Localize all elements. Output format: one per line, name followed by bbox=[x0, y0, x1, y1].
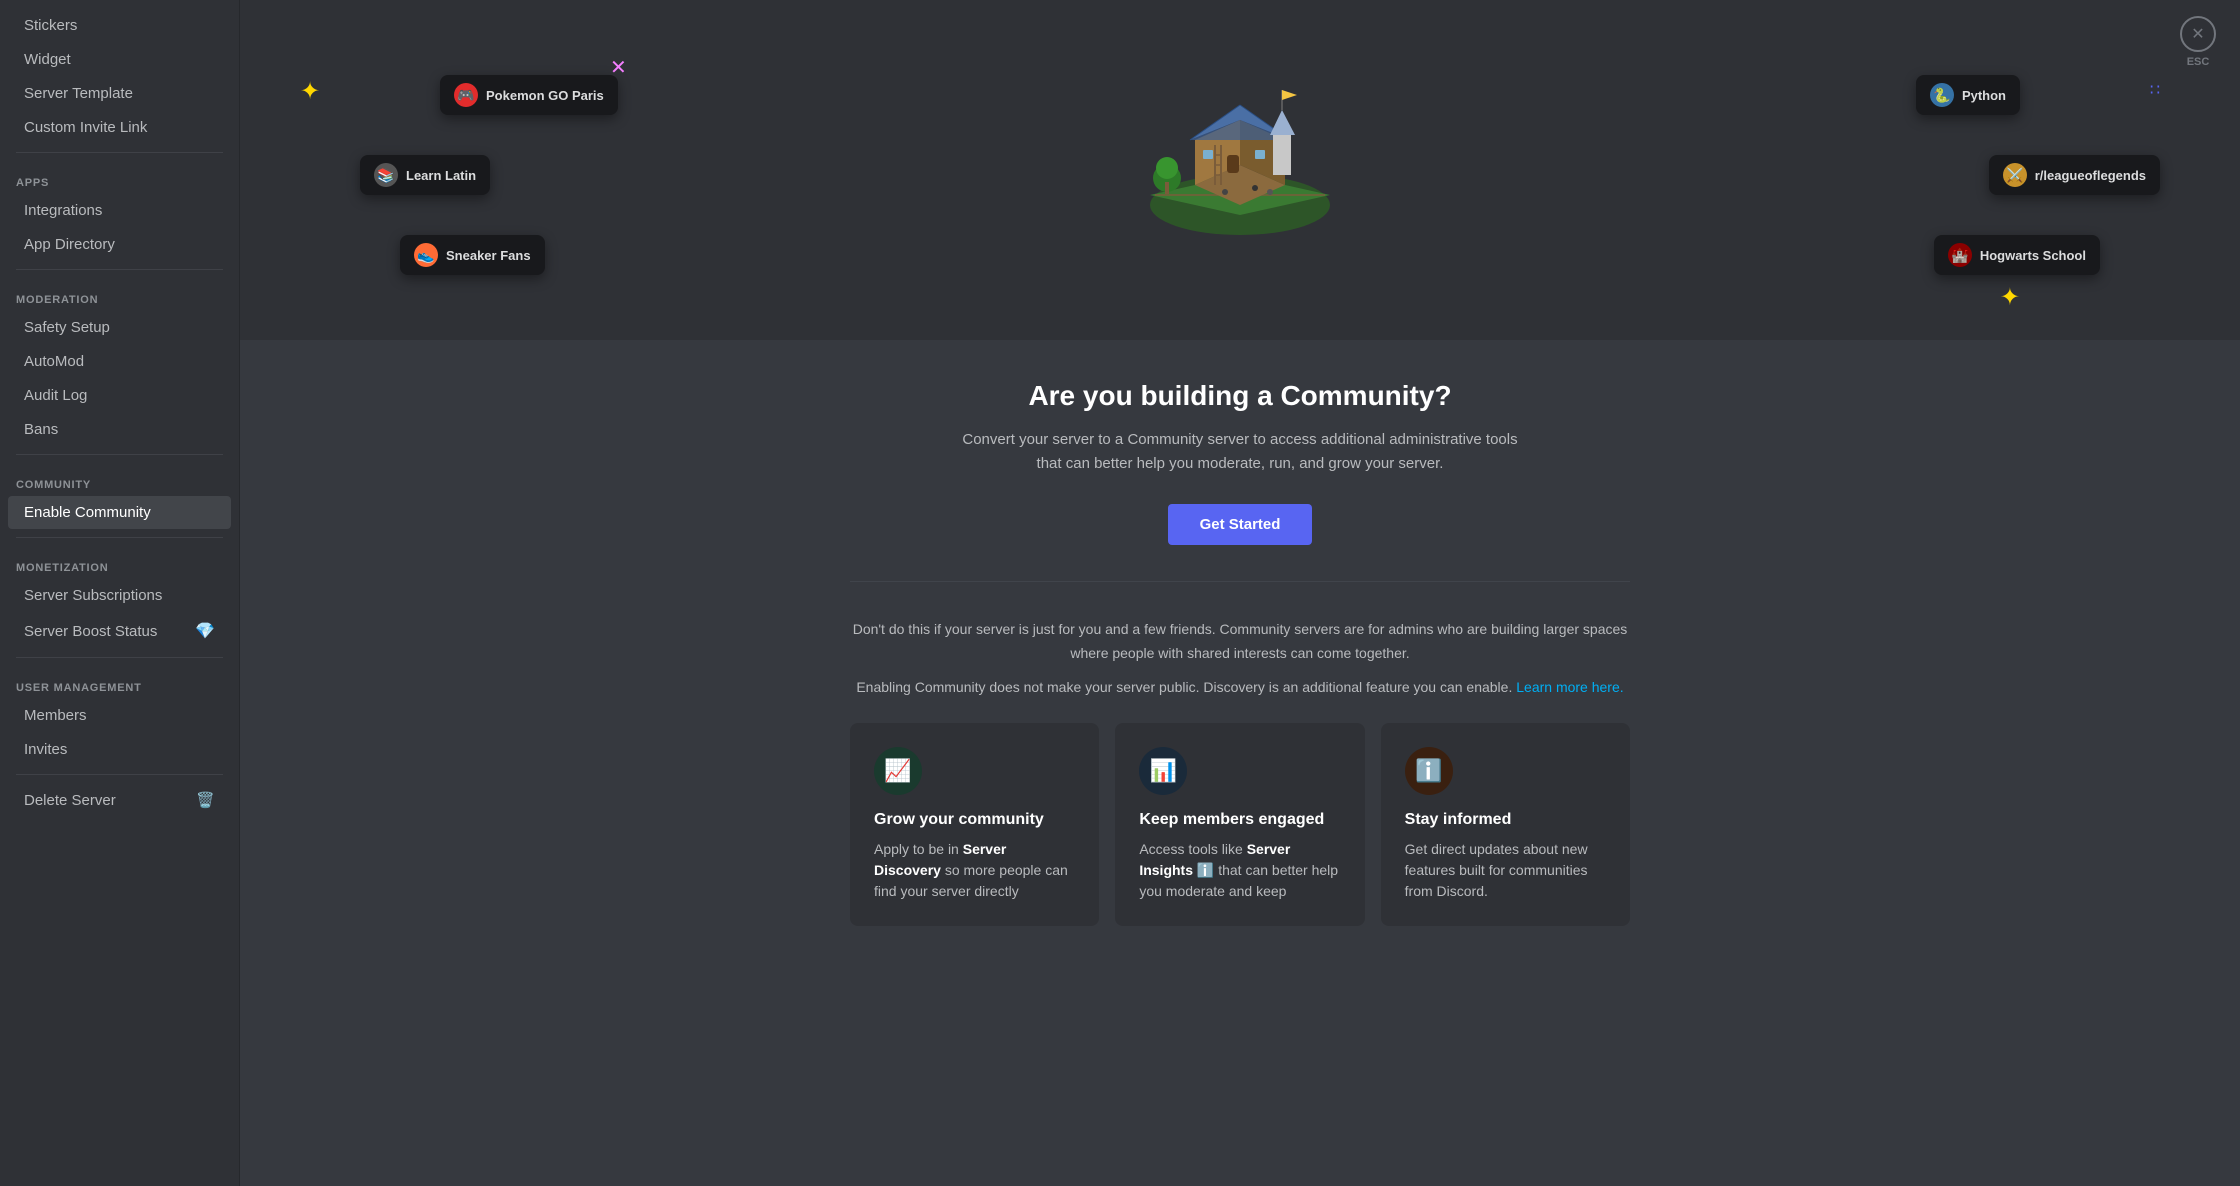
badge-league: ⚔️ r/leagueoflegends bbox=[1989, 155, 2160, 195]
sidebar-item-delete-server[interactable]: Delete Server 🗑️ bbox=[8, 783, 231, 817]
badge-pokemon: 🎮 Pokemon GO Paris bbox=[440, 75, 618, 115]
engaged-icon: 📊 bbox=[1139, 747, 1187, 795]
sidebar-item-app-directory[interactable]: App Directory bbox=[8, 228, 231, 261]
page-subtitle: Convert your server to a Community serve… bbox=[960, 428, 1520, 476]
section-divider-main bbox=[850, 581, 1630, 582]
feature-card-grow: 📈 Grow your community Apply to be in Ser… bbox=[850, 723, 1099, 926]
sidebar-divider-5 bbox=[16, 657, 223, 658]
building-illustration bbox=[1125, 20, 1355, 253]
sidebar-section-monetization: MONETIZATION bbox=[0, 546, 239, 578]
trash-icon: 🗑️ bbox=[196, 791, 215, 809]
sidebar-item-safety-setup[interactable]: Safety Setup bbox=[8, 311, 231, 344]
sidebar-item-automod[interactable]: AutoMod bbox=[8, 345, 231, 378]
sidebar-divider-4 bbox=[16, 537, 223, 538]
sidebar-section-apps: APPS bbox=[0, 161, 239, 193]
informed-icon: ℹ️ bbox=[1405, 747, 1453, 795]
grow-icon: 📈 bbox=[874, 747, 922, 795]
esc-label: ESC bbox=[2187, 56, 2210, 68]
sidebar-item-server-subscriptions[interactable]: Server Subscriptions bbox=[8, 579, 231, 612]
main-content-area: ✦ ⁚⁚ ✕ ✦ ∷ ✕ ESC 🎮 Pokemon GO Paris 📚 Le… bbox=[240, 0, 2240, 1186]
esc-button[interactable]: ✕ ESC bbox=[2180, 16, 2216, 68]
badge-icon-hogwarts: 🏰 bbox=[1948, 243, 1972, 267]
feature-card-informed: ℹ️ Stay informed Get direct updates abou… bbox=[1381, 723, 1630, 926]
sidebar-section-moderation: MODERATION bbox=[0, 278, 239, 310]
sidebar-item-widget[interactable]: Widget bbox=[8, 43, 231, 76]
info-text-2: Enabling Community does not make your se… bbox=[850, 676, 1630, 700]
badge-sneaker-fans: 👟 Sneaker Fans bbox=[400, 235, 545, 275]
sidebar-item-integrations[interactable]: Integrations bbox=[8, 194, 231, 227]
page-title: Are you building a Community? bbox=[850, 380, 1630, 412]
sidebar-item-enable-community[interactable]: Enable Community bbox=[8, 496, 231, 529]
sparkle-left: ✦ bbox=[300, 80, 320, 104]
esc-circle: ✕ bbox=[2180, 16, 2216, 52]
feature-card-engaged: 📊 Keep members engaged Access tools like… bbox=[1115, 723, 1364, 926]
engaged-title: Keep members engaged bbox=[1139, 811, 1340, 829]
badge-icon-python: 🐍 bbox=[1930, 83, 1954, 107]
info-text-1: Don't do this if your server is just for… bbox=[850, 618, 1630, 666]
boost-icon: 💎 bbox=[195, 621, 215, 641]
learn-more-link[interactable]: Learn more here. bbox=[1516, 679, 1623, 695]
informed-desc: Get direct updates about new features bu… bbox=[1405, 839, 1606, 902]
sidebar-divider-3 bbox=[16, 454, 223, 455]
sparkle-dots-right: ∷ bbox=[2150, 80, 2160, 100]
sidebar-item-members[interactable]: Members bbox=[8, 699, 231, 732]
sidebar-section-community: COMMUNITY bbox=[0, 463, 239, 495]
sparkle-right: ✦ bbox=[2000, 286, 2020, 310]
sidebar-divider-6 bbox=[16, 774, 223, 775]
sidebar-item-stickers[interactable]: Stickers bbox=[8, 9, 231, 42]
sidebar-divider-1 bbox=[16, 152, 223, 153]
sidebar-item-audit-log[interactable]: Audit Log bbox=[8, 379, 231, 412]
content-body: Are you building a Community? Convert yo… bbox=[790, 340, 1690, 966]
badge-icon-learn-latin: 📚 bbox=[374, 163, 398, 187]
grow-desc: Apply to be in Server Discovery so more … bbox=[874, 839, 1075, 902]
engaged-desc: Access tools like Server Insights ℹ️ tha… bbox=[1139, 839, 1340, 902]
badge-python: 🐍 Python bbox=[1916, 75, 2020, 115]
get-started-button[interactable]: Get Started bbox=[1168, 504, 1313, 545]
sidebar-item-server-template[interactable]: Server Template bbox=[8, 77, 231, 110]
sidebar-item-custom-invite-link[interactable]: Custom Invite Link bbox=[8, 111, 231, 144]
settings-sidebar: Stickers Widget Server Template Custom I… bbox=[0, 0, 240, 1186]
hero-section: ✦ ⁚⁚ ✕ ✦ ∷ ✕ ESC 🎮 Pokemon GO Paris 📚 Le… bbox=[240, 0, 2240, 340]
badge-learn-latin: 📚 Learn Latin bbox=[360, 155, 490, 195]
badge-icon-pokemon: 🎮 bbox=[454, 83, 478, 107]
grow-title: Grow your community bbox=[874, 811, 1075, 829]
badge-hogwarts: 🏰 Hogwarts School bbox=[1934, 235, 2100, 275]
sidebar-divider-2 bbox=[16, 269, 223, 270]
badge-icon-sneaker-fans: 👟 bbox=[414, 243, 438, 267]
sidebar-section-user-management: USER MANAGEMENT bbox=[0, 666, 239, 698]
sidebar-item-invites[interactable]: Invites bbox=[8, 733, 231, 766]
badge-icon-league: ⚔️ bbox=[2003, 163, 2027, 187]
informed-title: Stay informed bbox=[1405, 811, 1606, 829]
feature-cards-container: 📈 Grow your community Apply to be in Ser… bbox=[850, 723, 1630, 926]
sidebar-item-server-boost-status[interactable]: Server Boost Status 💎 bbox=[8, 613, 231, 649]
sidebar-item-bans[interactable]: Bans bbox=[8, 413, 231, 446]
